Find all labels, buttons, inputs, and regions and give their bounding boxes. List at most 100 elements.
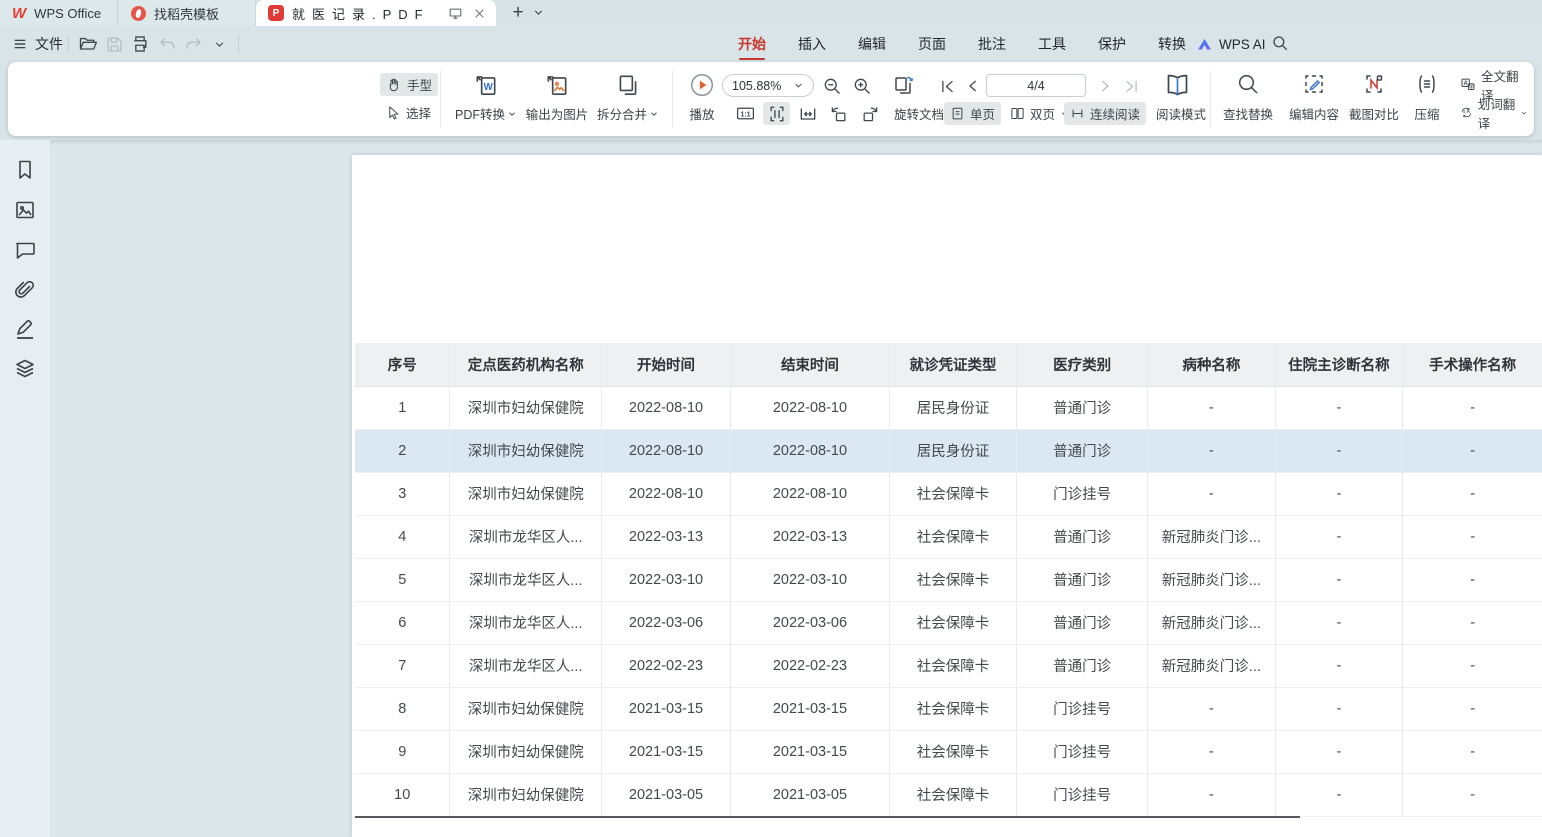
table-cell: - — [1275, 601, 1403, 644]
zoom-out-button[interactable] — [820, 74, 844, 98]
table-cell: 2022-03-06 — [601, 601, 730, 644]
previous-page-button[interactable] — [962, 75, 984, 97]
compress-button[interactable]: 压缩 — [1404, 69, 1450, 129]
menu-item-home[interactable]: 开始 — [736, 26, 768, 62]
zoom-level-dropdown[interactable]: 105.88% — [722, 74, 814, 97]
search-icon[interactable] — [1271, 34, 1289, 52]
read-mode-button[interactable]: 阅读模式 — [1150, 102, 1212, 125]
undo-icon — [158, 35, 177, 54]
rotate-document-button[interactable]: 旋转文档 — [888, 102, 950, 125]
tab-wps-office[interactable]: W WPS Office — [0, 0, 118, 26]
signature-pen-icon[interactable] — [13, 317, 37, 341]
next-page-button[interactable] — [1094, 75, 1116, 97]
wps-ai-button[interactable]: WPS AI — [1196, 26, 1266, 62]
table-cell: - — [1275, 730, 1403, 773]
table-cell: 新冠肺炎门诊... — [1148, 644, 1276, 687]
full-translate-icon: A字 — [1460, 76, 1476, 93]
menu-item-convert[interactable]: 转换 — [1156, 26, 1188, 62]
table-cell: - — [1275, 472, 1403, 515]
single-page-label: 单页 — [970, 104, 995, 123]
rotate-right-button[interactable] — [856, 102, 883, 125]
docer-icon — [131, 6, 146, 21]
table-cell: - — [1403, 687, 1542, 730]
chevron-down-icon — [793, 80, 804, 91]
select-tool-button[interactable]: 选择 — [380, 101, 437, 124]
undo-button[interactable] — [156, 33, 178, 55]
last-page-button[interactable] — [1120, 75, 1142, 97]
table-cell: 普通门诊 — [1017, 429, 1148, 472]
table-cell: - — [1403, 386, 1542, 429]
fit-width-button[interactable] — [794, 102, 821, 125]
single-page-button[interactable]: 单页 — [944, 102, 1001, 125]
document-area[interactable]: 序号 定点医药机构名称 开始时间 结束时间 就诊凭证类型 医疗类别 病种名称 住… — [50, 140, 1542, 837]
open-file-button[interactable] — [77, 33, 99, 55]
table-cell: 2022-08-10 — [731, 472, 890, 515]
medical-records-table: 序号 定点医药机构名称 开始时间 结束时间 就诊凭证类型 医疗类别 病种名称 住… — [355, 343, 1542, 817]
table-cell: 居民身份证 — [889, 386, 1016, 429]
tab-document-active[interactable]: P 就医记录.PDF — [256, 0, 496, 26]
compress-icon — [1415, 72, 1439, 96]
table-cell: - — [1275, 687, 1403, 730]
table-row: 2深圳市妇幼保健院2022-08-102022-08-10居民身份证普通门诊--… — [355, 429, 1542, 472]
menu-item-tools[interactable]: 工具 — [1036, 26, 1068, 62]
table-bottom-border — [355, 816, 1300, 818]
file-menu-button[interactable]: 文件 — [12, 26, 63, 62]
new-tab-button[interactable]: + — [506, 1, 530, 25]
rotate-document-label: 旋转文档 — [894, 104, 944, 123]
menu-item-protect[interactable]: 保护 — [1096, 26, 1128, 62]
menu-item-edit[interactable]: 编辑 — [856, 26, 888, 62]
continuous-reading-icon — [1070, 106, 1085, 121]
tab-docer-templates[interactable]: 找稻壳模板 — [119, 0, 256, 26]
table-cell: - — [1275, 558, 1403, 601]
word-translate-button[interactable]: A文 划词翻译 — [1454, 101, 1534, 124]
screenshot-compare-button[interactable]: 截图对比 — [1342, 69, 1406, 129]
continuous-reading-button[interactable]: 连续阅读 — [1064, 102, 1146, 125]
table-cell: 深圳市妇幼保健院 — [450, 687, 601, 730]
menu-item-annotate[interactable]: 批注 — [976, 26, 1008, 62]
bookmark-icon[interactable] — [13, 158, 37, 182]
table-cell: 门诊挂号 — [1017, 730, 1148, 773]
play-label: 播放 — [689, 104, 714, 123]
edit-content-button[interactable]: 编辑内容 — [1282, 69, 1346, 129]
find-replace-button[interactable]: 查找替换 — [1216, 69, 1280, 129]
table-cell: 2021-03-05 — [601, 773, 730, 816]
read-mode-book-icon[interactable] — [1164, 71, 1191, 98]
comment-icon[interactable] — [13, 238, 37, 262]
zoom-in-button[interactable] — [850, 74, 874, 98]
last-page-icon — [1123, 78, 1140, 95]
actual-size-button[interactable]: 1:1 — [732, 102, 759, 125]
divider — [1210, 71, 1211, 127]
menu-item-insert[interactable]: 插入 — [796, 26, 828, 62]
attachment-icon[interactable] — [13, 278, 37, 302]
replace-page-button[interactable] — [890, 72, 918, 100]
find-replace-icon — [1236, 72, 1260, 96]
tab-label: WPS Office — [34, 6, 101, 21]
redo-button[interactable] — [182, 33, 204, 55]
table-cell: - — [1403, 644, 1542, 687]
pdf-convert-button[interactable]: W PDF转换 — [446, 69, 526, 129]
quickbar-more-button[interactable] — [208, 33, 230, 55]
play-icon — [689, 72, 715, 98]
word-translate-label: 划词翻译 — [1478, 94, 1516, 132]
table-cell: - — [1275, 386, 1403, 429]
monitor-icon[interactable] — [448, 6, 463, 21]
page-number-input[interactable]: 4/4 — [986, 74, 1086, 97]
rotate-left-button[interactable] — [825, 102, 852, 125]
split-merge-button[interactable]: 拆分合并 — [586, 69, 670, 129]
table-cell: - — [1148, 429, 1276, 472]
screenshot-compare-label: 截图对比 — [1349, 104, 1399, 123]
play-button[interactable]: 播放 — [678, 69, 726, 129]
fit-page-button[interactable] — [763, 102, 790, 125]
print-button[interactable] — [129, 33, 151, 55]
menu-item-page[interactable]: 页面 — [916, 26, 948, 62]
tab-list-chevron-icon[interactable] — [532, 6, 545, 19]
layers-icon[interactable] — [13, 357, 37, 381]
hand-tool-button[interactable]: 手型 — [380, 73, 438, 96]
table-cell: 2021-03-05 — [731, 773, 890, 816]
divider — [672, 71, 673, 127]
thumbnail-icon[interactable] — [13, 198, 37, 222]
close-icon[interactable] — [473, 7, 486, 20]
save-button[interactable] — [103, 33, 125, 55]
table-cell: 2022-02-23 — [601, 644, 730, 687]
first-page-button[interactable] — [936, 75, 958, 97]
